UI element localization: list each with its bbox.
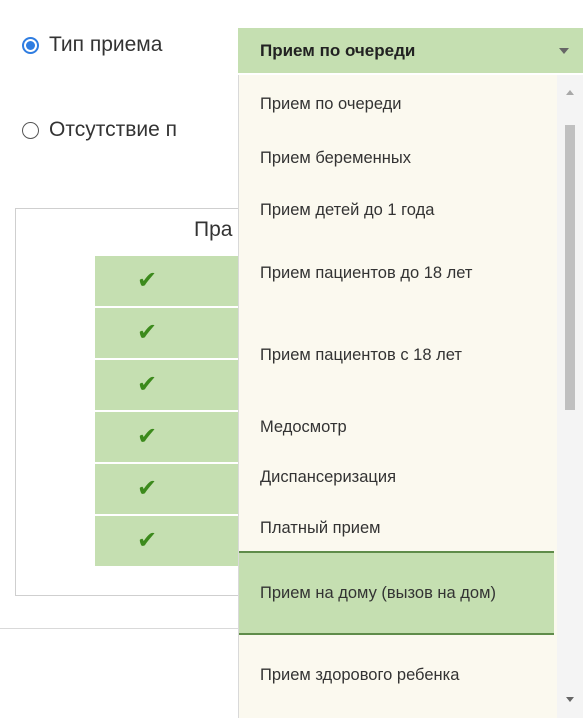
absence-label: Отсутствие п: [49, 118, 177, 141]
radio-absence[interactable]: Отсутствие п: [22, 118, 177, 142]
grid-row[interactable]: ✔: [95, 516, 255, 566]
scroll-up-icon[interactable]: [566, 90, 574, 95]
grid-row[interactable]: ✔: [95, 412, 255, 462]
checkbox-grid: ✔ ✔ ✔ ✔ ✔ ✔: [95, 256, 255, 568]
grid-row[interactable]: ✔: [95, 464, 255, 514]
scroll-down-icon[interactable]: [566, 697, 574, 702]
page: Тип приема Отсутствие п Пра ✔ ✔ ✔ ✔ ✔ ✔ …: [0, 0, 583, 718]
checkmark-icon: ✔: [137, 475, 158, 502]
grid-row[interactable]: ✔: [95, 360, 255, 410]
dropdown-option[interactable]: Прием по очереди: [239, 89, 554, 119]
checkmark-icon: ✔: [137, 267, 158, 294]
checkmark-icon: ✔: [137, 371, 158, 398]
dropdown-option[interactable]: Диспансеризация: [239, 462, 554, 492]
dropdown-option[interactable]: Платный прием: [239, 513, 554, 543]
dropdown-option[interactable]: Прием беременных: [239, 143, 554, 173]
checkmark-icon: ✔: [137, 423, 158, 450]
checkmark-icon: ✔: [137, 319, 158, 346]
dropdown-option[interactable]: Прием пациентов с 18 лет: [239, 327, 554, 383]
grid-row[interactable]: ✔: [95, 308, 255, 358]
dropdown-option-highlighted[interactable]: Прием на дому (вызов на дом): [239, 551, 554, 635]
reception-type-label: Тип приема: [49, 33, 163, 56]
reception-type-dropdown: Прием по очереди Прием беременных Прием …: [238, 75, 583, 718]
dropdown-scrollbar[interactable]: [557, 75, 583, 718]
fieldset-legend: Пра: [190, 218, 237, 242]
dropdown-option[interactable]: Прием пациентов до 18 лет: [239, 245, 554, 301]
grid-row[interactable]: ✔: [95, 256, 255, 306]
radio-unchecked-icon[interactable]: [22, 121, 39, 139]
scroll-thumb[interactable]: [565, 125, 575, 410]
dropdown-option[interactable]: Медосмотр: [239, 412, 554, 442]
checkmark-icon: ✔: [137, 527, 158, 554]
dropdown-option[interactable]: Прием здорового ребенка: [239, 647, 554, 703]
reception-type-select[interactable]: Прием по очереди: [238, 28, 583, 73]
radio-reception-type[interactable]: Тип приема: [22, 33, 162, 57]
radio-checked-icon[interactable]: [22, 36, 39, 54]
dropdown-option[interactable]: Прием детей до 1 года: [239, 195, 554, 225]
select-value: Прием по очереди: [260, 40, 416, 60]
chevron-down-icon[interactable]: [559, 48, 569, 54]
